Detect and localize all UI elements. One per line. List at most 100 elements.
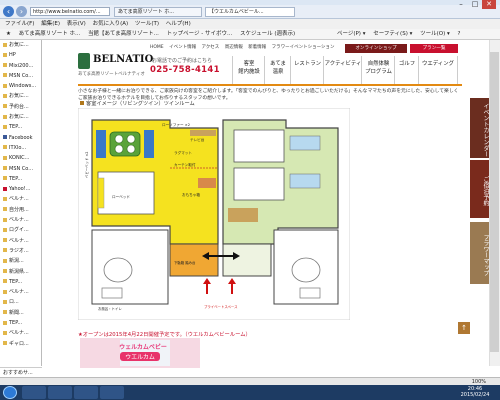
tab-welcome-baby-room[interactable]: 【ウエルカムベビール...	[205, 7, 295, 17]
label-toy: おもちゃ箱	[182, 192, 200, 197]
sidebar-item[interactable]: Facebook	[0, 133, 41, 143]
sidebar-item[interactable]: KONIC...	[0, 153, 41, 163]
sidebar-item[interactable]: 新潟...	[0, 256, 41, 266]
nav-golf[interactable]: ゴルフ	[394, 56, 419, 86]
low-bed	[97, 171, 155, 215]
sidebar-item[interactable]: Mixi200...	[0, 61, 41, 71]
sidebar-item[interactable]: 新聞...	[0, 308, 41, 318]
sidebar-item[interactable]: ロ...	[0, 297, 41, 307]
belnatio-logo-icon[interactable]	[78, 53, 90, 69]
sidebar-item[interactable]: お気に...	[0, 40, 41, 50]
scrollbar-thumb[interactable]	[490, 52, 499, 352]
favorites-star-icon[interactable]: ★	[6, 31, 11, 37]
rug	[109, 131, 141, 157]
command-safety[interactable]: セーフティ(S) ▾	[373, 31, 412, 37]
start-button[interactable]	[3, 386, 17, 399]
page-icon	[3, 310, 7, 315]
favorite-link[interactable]: 当館【あてま高原リゾート...	[88, 31, 159, 37]
taskbar-folder-icon[interactable]	[74, 386, 98, 399]
page-icon	[3, 320, 7, 325]
folder-icon	[3, 63, 7, 68]
menu-view[interactable]: 表示(V)	[67, 21, 86, 27]
sidebar-item[interactable]: お気に...	[0, 91, 41, 101]
nav-nature-program[interactable]: 自然体験 プログラム	[361, 56, 395, 86]
sidebar-item[interactable]: TEP...	[0, 318, 41, 328]
sidebar-item[interactable]: TEP...	[0, 122, 41, 132]
menu-help[interactable]: ヘルプ(H)	[166, 21, 191, 27]
topnav-news[interactable]: 新着情報	[248, 45, 266, 50]
topnav-home[interactable]: HOME	[150, 45, 164, 50]
right-bathroom	[273, 229, 339, 305]
command-page[interactable]: ページ(P) ▾	[337, 31, 366, 37]
topnav-surroundings[interactable]: 周辺情報	[225, 45, 243, 50]
page-icon	[3, 248, 7, 253]
folder-icon	[3, 114, 7, 119]
sidebar-item[interactable]: ギャロ...	[0, 339, 41, 349]
sidebar-item[interactable]: ログイ...	[0, 225, 41, 235]
sidebar-item[interactable]: ベルナ...	[0, 287, 41, 297]
sidebar-item[interactable]: 自分用...	[0, 205, 41, 215]
sidebar-item[interactable]: ITXlo...	[0, 143, 41, 153]
sidebar-item[interactable]: Yahoo!...	[0, 184, 41, 194]
logo-text[interactable]: BELNATIO	[93, 54, 153, 65]
scroll-top-button[interactable]: ↑	[458, 322, 470, 334]
label-rug: ラグマット	[174, 150, 192, 155]
topnav-flower[interactable]: フラワーイベントショーション	[272, 45, 335, 50]
bed-bottom	[233, 167, 285, 201]
page-icon	[3, 166, 7, 171]
url-input[interactable]: http://www.belnatio.com/...	[30, 7, 110, 16]
command-help[interactable]: ?	[458, 31, 461, 37]
taskbar-clock[interactable]: 20:46 2015/02/24	[452, 386, 498, 398]
minimize-button[interactable]: –	[454, 0, 468, 9]
sidebar-item[interactable]: ベルナ...	[0, 194, 41, 204]
sidebar-item[interactable]: ラジオ...	[0, 246, 41, 256]
taskbar-ie-icon[interactable]	[48, 386, 72, 399]
label-low-bed: ローベッド	[112, 195, 130, 199]
menu-file[interactable]: ファイル(F)	[5, 21, 34, 27]
nav-wedding[interactable]: ウエディング	[418, 56, 458, 86]
menu-tools[interactable]: ツール(T)	[135, 21, 159, 27]
sidebar-item[interactable]: HP	[0, 50, 41, 60]
forward-button[interactable]: ›	[16, 6, 27, 17]
nav-onsen[interactable]: あてま 温泉	[264, 56, 291, 86]
topnav-access[interactable]: アクセス	[202, 45, 220, 50]
menu-favorites[interactable]: お気に入り(A)	[93, 21, 129, 27]
tab-belnatio-home[interactable]: あてま高原リゾート ホ...	[114, 7, 202, 17]
plan-list-button[interactable]: プラン一覧	[410, 44, 458, 53]
bed-top	[233, 129, 285, 163]
tv-stand	[190, 130, 216, 136]
online-shop-button[interactable]: オンラインショップ	[345, 44, 407, 53]
favorite-link[interactable]: あてま高原リゾート ホ...	[19, 31, 81, 37]
sidebar-item[interactable]: ベルナ...	[0, 236, 41, 246]
phone-number: 025-758-4141	[150, 65, 220, 75]
page-icon	[3, 341, 7, 346]
sidebar-item[interactable]: ベルナ...	[0, 328, 41, 338]
sidebar-item[interactable]: お気に...	[0, 112, 41, 122]
sidebar-item[interactable]: Windows...	[0, 81, 41, 91]
back-button[interactable]: ‹	[3, 6, 14, 17]
taskbar-explorer-icon[interactable]	[22, 386, 46, 399]
floor-plan: ローソファー ×2 テレビ台 ラグマット カーテン取付 おもちゃ箱 ローベッド …	[78, 108, 350, 320]
command-tools[interactable]: ツール(O) ▾	[420, 31, 450, 37]
menu-edit[interactable]: 編集(E)	[41, 21, 60, 27]
sidebar-item[interactable]: TEP...	[0, 174, 41, 184]
favorite-link[interactable]: スケジュール (週表示)	[240, 31, 295, 37]
maximize-button[interactable]: □	[468, 0, 482, 9]
nav-activity[interactable]: アクティビティ	[323, 56, 362, 86]
sofa-right	[144, 130, 154, 158]
top-nav: HOME イベント情報 アクセス 周辺情報 新着情報 フラワーイベントショーショ…	[150, 44, 345, 52]
sidebar-item[interactable]: TEP...	[0, 277, 41, 287]
sidebar-item[interactable]: ベルナ...	[0, 215, 41, 225]
close-button[interactable]: ✕	[482, 0, 496, 9]
favorite-link[interactable]: トップページ - サイボウ...	[167, 31, 233, 37]
banner-caption: ★オープンは2015年4月22日開催予定です。（ウエルカムベビールーム）	[78, 332, 251, 338]
sidebar-item[interactable]: MSN Co...	[0, 164, 41, 174]
sidebar-item[interactable]: 予約台...	[0, 102, 41, 112]
taskbar-app-icon[interactable]	[100, 386, 124, 399]
sidebar-item[interactable]: 新潟県...	[0, 267, 41, 277]
nav-restaurant[interactable]: レストラン	[290, 56, 324, 86]
sidebar-suggested-sites[interactable]: おすすめサ...	[0, 367, 42, 377]
sidebar-item[interactable]: MSN Co...	[0, 71, 41, 81]
nav-rooms[interactable]: 客室 館内施設	[232, 56, 265, 86]
topnav-event[interactable]: イベント情報	[169, 45, 196, 50]
